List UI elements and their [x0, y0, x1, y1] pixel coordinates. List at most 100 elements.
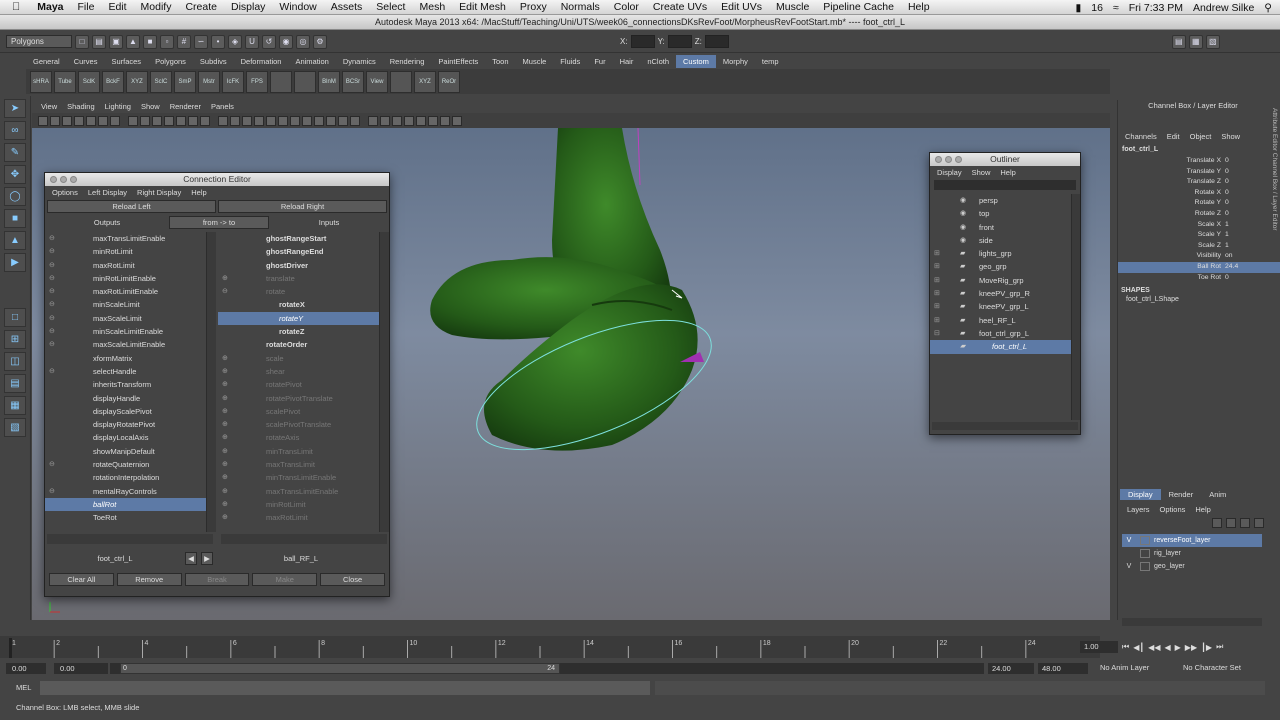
- menu-assets[interactable]: Assets: [324, 1, 370, 13]
- menu-help[interactable]: Help: [901, 1, 937, 13]
- collapse-icon[interactable]: ⊖: [49, 232, 55, 245]
- shelf-button-blank-10[interactable]: [270, 70, 292, 93]
- shelf-button-bcsr[interactable]: BCSr: [342, 70, 364, 93]
- expand-icon[interactable]: ⊕: [222, 458, 228, 471]
- expand-icon[interactable]: ⊕: [222, 418, 228, 431]
- channel-value[interactable]: on: [1223, 251, 1233, 262]
- paint-select-icon[interactable]: ✎: [4, 143, 26, 162]
- select-tool-icon[interactable]: ➤: [4, 99, 26, 118]
- new-layer-selected-icon[interactable]: [1226, 518, 1236, 528]
- mel-label[interactable]: MEL: [16, 683, 31, 692]
- viewport-tool-icon[interactable]: [380, 115, 390, 126]
- expand-icon[interactable]: ⊞: [934, 300, 940, 313]
- expand-icon[interactable]: ⊞: [934, 274, 940, 287]
- toggle-tool-settings-icon[interactable]: ▦: [1188, 34, 1203, 49]
- viewport-tool-icon[interactable]: [50, 115, 60, 126]
- outliner-layout-icon[interactable]: ▤: [4, 374, 26, 393]
- output-attr-row[interactable]: ⊖ maxScaleLimit: [45, 312, 206, 325]
- layer-type-toggle[interactable]: [1140, 562, 1150, 571]
- graph-layout-icon[interactable]: ▦: [4, 396, 26, 415]
- snap-grid-icon[interactable]: #: [177, 34, 191, 49]
- next-icon[interactable]: ▶: [201, 551, 213, 565]
- move-tool-icon[interactable]: ✥: [4, 165, 26, 184]
- end-time-field[interactable]: 48.00: [1038, 663, 1088, 674]
- input-attr-row[interactable]: ⊕ rotateAxis: [218, 431, 379, 444]
- minimize-icon[interactable]: [945, 156, 952, 163]
- shelf-tab-dynamics[interactable]: Dynamics: [336, 55, 383, 68]
- expand-icon[interactable]: ⊕: [222, 431, 228, 444]
- shelf-button-reor[interactable]: ReOr: [438, 70, 460, 93]
- shelf-tab-ncloth[interactable]: nCloth: [640, 55, 676, 68]
- channel-row-ball-rot[interactable]: Ball Rot 24.4: [1118, 261, 1280, 273]
- outliner-item[interactable]: ⊞ ▰ heel_RF_L: [930, 314, 1071, 327]
- single-pane-icon[interactable]: □: [4, 308, 26, 327]
- channel-value[interactable]: 24.4: [1223, 262, 1238, 273]
- magnet-icon[interactable]: U: [245, 34, 259, 49]
- select-object-icon[interactable]: ■: [143, 34, 157, 49]
- key-back-icon[interactable]: ◀◀: [1148, 643, 1160, 652]
- menu-normals[interactable]: Normals: [554, 1, 607, 13]
- start-time-field[interactable]: 0.00: [6, 663, 46, 674]
- viewport-tool-icon[interactable]: [350, 115, 360, 126]
- layer-type-toggle[interactable]: [1140, 536, 1150, 545]
- viewport-tool-icon[interactable]: [326, 115, 336, 126]
- save-scene-icon[interactable]: ▣: [109, 34, 123, 49]
- shelf-tab-curves[interactable]: Curves: [67, 55, 105, 68]
- shelf-tab-animation[interactable]: Animation: [288, 55, 335, 68]
- viewport-tool-icon[interactable]: [242, 115, 252, 126]
- channel-box-object[interactable]: foot_ctrl_L: [1118, 143, 1280, 156]
- viewport-tool-icon[interactable]: [140, 115, 150, 126]
- collapse-icon[interactable]: ⊖: [49, 458, 55, 471]
- shelf-button-sclc[interactable]: SclC: [150, 70, 172, 93]
- channel-row-rotate-x[interactable]: Rotate X0: [1118, 188, 1280, 199]
- expand-icon[interactable]: ⊕: [222, 471, 228, 484]
- play-icon[interactable]: ▶: [1175, 643, 1181, 652]
- render-icon[interactable]: ◉: [279, 34, 293, 49]
- channel-menu-channels[interactable]: Channels: [1120, 132, 1162, 141]
- channel-value[interactable]: 0: [1223, 273, 1229, 284]
- channel-row-scale-x[interactable]: Scale X1: [1118, 220, 1280, 231]
- new-layer-icon[interactable]: [1212, 518, 1222, 528]
- menu-modify[interactable]: Modify: [134, 1, 179, 13]
- step-forward-icon[interactable]: ┃▶: [1201, 643, 1212, 652]
- character-set-dropdown[interactable]: No Character Set: [1183, 663, 1241, 672]
- range-handle[interactable]: 0 24: [120, 663, 560, 674]
- viewport-tool-icon[interactable]: [188, 115, 198, 126]
- inputs-list[interactable]: ghostRangeStart ghostRangeEnd ghostDriver ⊕…: [218, 232, 380, 532]
- viewport-tool-icon[interactable]: [74, 115, 84, 126]
- zoom-icon[interactable]: [955, 156, 962, 163]
- menu-edit-mesh[interactable]: Edit Mesh: [452, 1, 513, 13]
- channel-value[interactable]: 0: [1223, 156, 1229, 167]
- inputs-hscrollbar[interactable]: [221, 534, 387, 544]
- clock[interactable]: Fri 7:33 PM: [1129, 2, 1183, 14]
- expand-icon[interactable]: ⊕: [222, 485, 228, 498]
- two-pane-icon[interactable]: ◫: [4, 352, 26, 371]
- shelf-button-tube[interactable]: Tube: [54, 70, 76, 93]
- four-pane-icon[interactable]: ⊞: [4, 330, 26, 349]
- outliner-item[interactable]: ⊞ ▰ kneePV_grp_L: [930, 300, 1071, 313]
- direction-toggle[interactable]: from -> to: [169, 215, 269, 229]
- input-attr-row[interactable]: ⊕ rotatePivotTranslate: [218, 392, 379, 405]
- layer-hscrollbar[interactable]: [1122, 618, 1262, 626]
- shelf-tab-custom[interactable]: Custom: [676, 55, 716, 68]
- channel-row-translate-z[interactable]: Translate Z0: [1118, 177, 1280, 188]
- menu-edit[interactable]: Edit: [101, 1, 133, 13]
- input-attr-row[interactable]: rotateOrder: [218, 338, 379, 351]
- shelf-tab-general[interactable]: General: [26, 55, 67, 68]
- expand-icon[interactable]: ⊞: [934, 247, 940, 260]
- viewport-tool-icon[interactable]: [278, 115, 288, 126]
- shelf-button-blank-15[interactable]: [390, 70, 412, 93]
- toggle-attribute-editor-icon[interactable]: ▤: [1171, 34, 1186, 49]
- channel-value[interactable]: 1: [1223, 241, 1229, 252]
- outliner-hscrollbar[interactable]: [932, 422, 1078, 430]
- outputs-scrollbar[interactable]: [206, 232, 216, 532]
- viewport-tool-icon[interactable]: [428, 115, 438, 126]
- shape-name[interactable]: foot_ctrl_LShape: [1118, 295, 1280, 304]
- output-attr-row[interactable]: displayLocalAxis: [45, 431, 206, 444]
- viewport-menu-view[interactable]: View: [36, 102, 62, 111]
- viewport-tool-icon[interactable]: [392, 115, 402, 126]
- ce-menu-left-display[interactable]: Left Display: [83, 188, 132, 197]
- output-attr-row[interactable]: displayRotatePivot: [45, 418, 206, 431]
- output-attr-row[interactable]: rotationInterpolation: [45, 471, 206, 484]
- shelf-button-smp[interactable]: SmP: [174, 70, 196, 93]
